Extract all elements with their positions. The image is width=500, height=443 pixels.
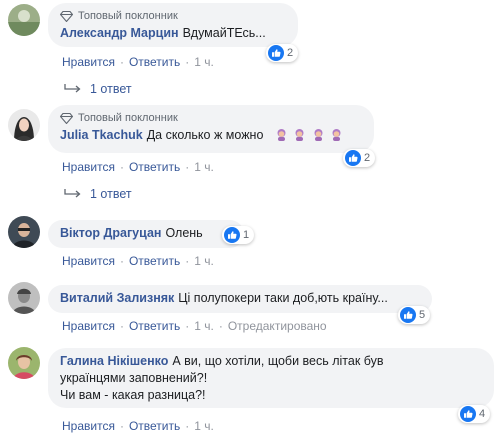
reply-arrow-icon [64,84,81,93]
comment-text: Ці полупокери таки доб,ють країну... [178,291,388,305]
comment-actions: Нравится · Ответить · 1 ч. [62,419,214,433]
view-replies-link[interactable]: 1 ответ [64,187,132,201]
reaction-count[interactable]: 5 [398,306,431,324]
avatar[interactable] [8,347,40,379]
comment-text-line: українцями заповнений?! [60,371,208,385]
reaction-count[interactable]: 1 [222,226,255,244]
comment-text: Олень [165,226,203,240]
edited-link[interactable]: Отредактировано [228,319,327,333]
diamond-icon [60,10,73,22]
comment-bubble: Топовый поклонник Александр Марцин Вдумай… [48,3,298,47]
woman-facepalming-emoji [332,129,341,141]
comment-text: А ви, що хотіли, щоби весь літак був [172,354,384,368]
like-icon [268,45,284,61]
reply-link[interactable]: Ответить [129,319,180,333]
view-replies-link[interactable]: 1 ответ [64,82,132,96]
like-icon [345,150,361,166]
reaction-count[interactable]: 4 [458,405,491,423]
comment-author[interactable]: Галина Нікішенко [60,354,168,368]
comment-author[interactable]: Александр Марцин [60,26,179,40]
comment-text-line: Чи вам - какая разница?! [60,388,206,402]
woman-facepalming-emoji [295,129,304,141]
badge-label: Топовый поклонник [78,112,178,124]
woman-facepalming-emoji [277,129,286,141]
comment-actions: Нравится · Ответить · 1 ч. [62,254,214,268]
comment-bubble: Топовый поклонник Julia Tkachuk Да скольк… [48,105,374,153]
comment-text: Да сколько ж можно [146,128,264,142]
top-fan-badge: Топовый поклонник [60,9,286,23]
like-link[interactable]: Нравится [62,55,115,69]
timestamp[interactable]: 1 ч. [194,319,214,333]
reply-link[interactable]: Ответить [129,55,180,69]
like-link[interactable]: Нравится [62,254,115,268]
timestamp[interactable]: 1 ч. [194,419,214,433]
timestamp[interactable]: 1 ч. [194,160,214,174]
comment-text: ВдумайТЕсь... [182,26,266,40]
reply-arrow-icon [64,189,81,198]
comment-actions: Нравится · Ответить · 1 ч. [62,160,214,174]
avatar[interactable] [8,4,40,36]
diamond-icon [60,112,73,124]
like-link[interactable]: Нравится [62,160,115,174]
badge-label: Топовый поклонник [78,10,178,22]
avatar[interactable] [8,109,40,141]
reaction-count[interactable]: 2 [343,149,376,167]
comment-actions: Нравится · Ответить · 1 ч. · Отредактировано [62,319,327,333]
avatar[interactable] [8,216,40,248]
emoji-group [273,128,343,142]
comment-author[interactable]: Виталий Зализняк [60,291,174,305]
comment-bubble: Галина Нікішенко А ви, що хотіли, щоби ве… [48,348,494,408]
avatar[interactable] [8,282,40,314]
comment-actions: Нравится · Ответить · 1 ч. [62,55,214,69]
like-icon [400,307,416,323]
like-link[interactable]: Нравится [62,419,115,433]
comment-bubble: Віктор Драгуцан Олень [48,220,244,248]
like-icon [460,406,476,422]
like-icon [224,227,240,243]
timestamp[interactable]: 1 ч. [194,254,214,268]
like-link[interactable]: Нравится [62,319,115,333]
reaction-count[interactable]: 2 [266,44,299,62]
timestamp[interactable]: 1 ч. [194,55,214,69]
reply-link[interactable]: Ответить [129,254,180,268]
woman-facepalming-emoji [314,129,323,141]
reply-link[interactable]: Ответить [129,160,180,174]
comment-author[interactable]: Віктор Драгуцан [60,226,161,240]
reply-link[interactable]: Ответить [129,419,180,433]
top-fan-badge: Топовый поклонник [60,111,362,125]
comment-author[interactable]: Julia Tkachuk [60,128,143,142]
comment-bubble: Виталий Зализняк Ці полупокери таки доб,ю… [48,285,432,313]
